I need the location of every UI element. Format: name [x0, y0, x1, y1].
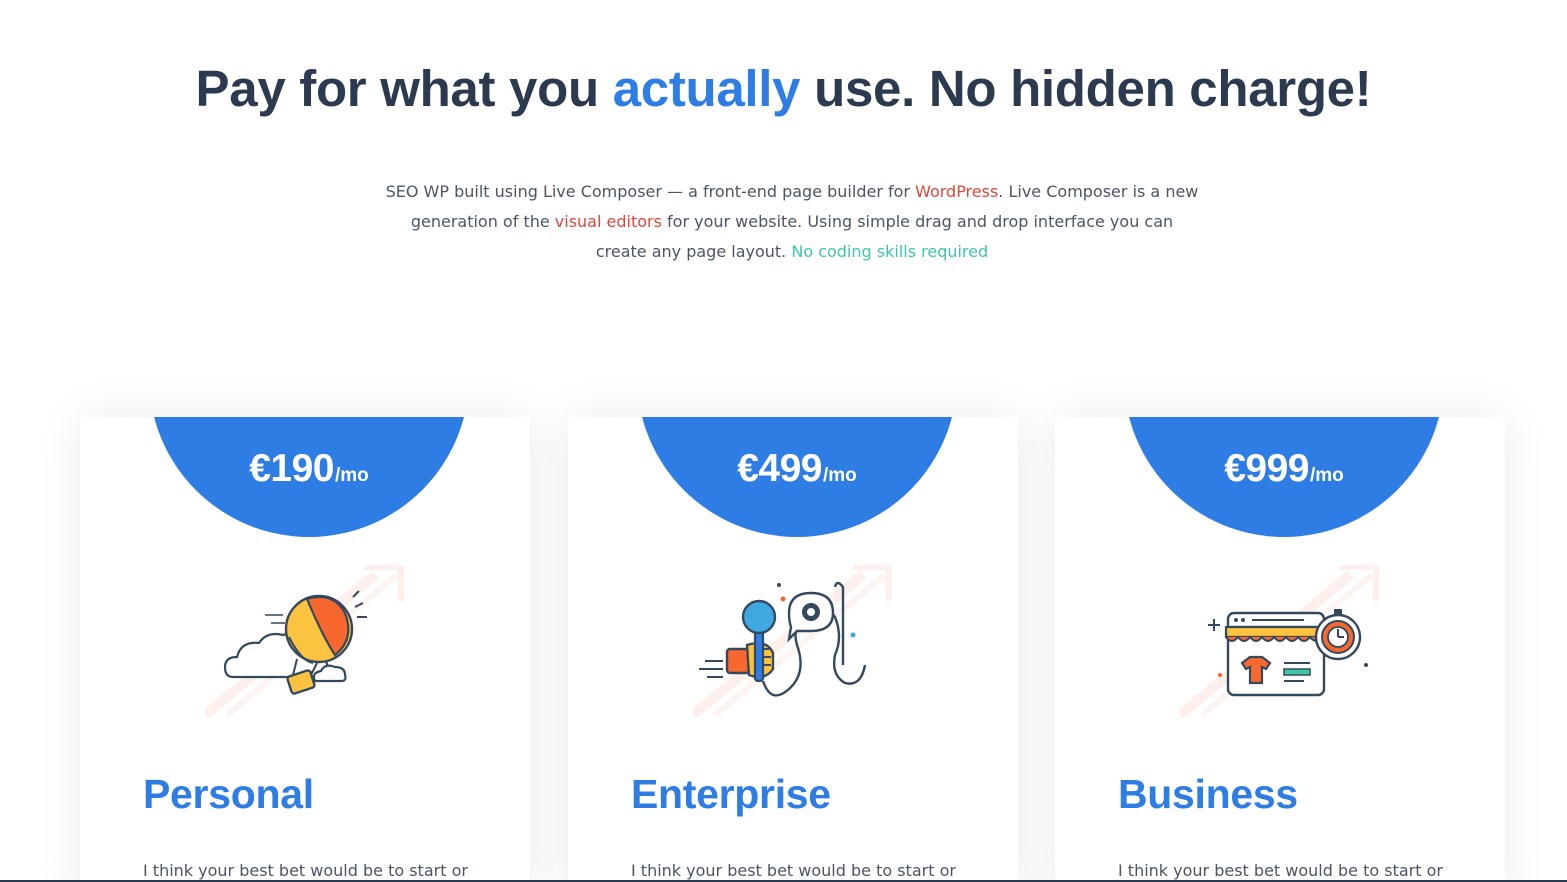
plan-name: Enterprise: [631, 771, 831, 817]
wordpress-link[interactable]: WordPress: [915, 182, 998, 201]
price-period: /mo: [334, 465, 369, 486]
pricing-card-business: €999/mo Business I think your best bet w…: [1055, 417, 1505, 882]
price-amount: €999: [1224, 447, 1309, 490]
intro-paragraph: SEO WP built using Live Composer — a fro…: [383, 177, 1201, 267]
no-coding-link[interactable]: No coding skills required: [791, 242, 988, 261]
price-amount: €190: [249, 447, 334, 490]
price-label: €190/mo: [149, 447, 469, 491]
intro-text-1: SEO WP built using Live Composer — a fro…: [385, 182, 916, 201]
title-accent: actually: [612, 60, 801, 117]
plan-description: I think your best bet would be to start …: [1118, 861, 1443, 880]
microphone-icon: [693, 565, 892, 717]
plan-name: Personal: [143, 771, 314, 817]
title-after: use. No hidden charge!: [814, 60, 1372, 117]
pricing-card-enterprise: €499/mo Enterprise I think your best bet…: [568, 417, 1018, 882]
plan-description: I think your best bet would be to start …: [631, 861, 956, 880]
price-period: /mo: [1309, 465, 1344, 486]
price-label: €499/mo: [637, 447, 957, 491]
price-amount: €499: [737, 447, 822, 490]
plan-name: Business: [1118, 771, 1298, 817]
pricing-card-personal: €190/mo Personal I think your best bet w…: [80, 417, 530, 882]
plan-description: I think your best bet would be to start …: [143, 861, 468, 880]
page-title: Pay for what you actually use. No hidden…: [0, 58, 1567, 120]
visual-editors-link[interactable]: visual editors: [555, 212, 662, 231]
price-label: €999/mo: [1124, 447, 1444, 491]
hot-air-balloon-icon: [205, 565, 404, 717]
price-period: /mo: [822, 465, 857, 486]
online-store-icon: [1180, 565, 1379, 717]
title-before: Pay for what you: [195, 60, 600, 117]
